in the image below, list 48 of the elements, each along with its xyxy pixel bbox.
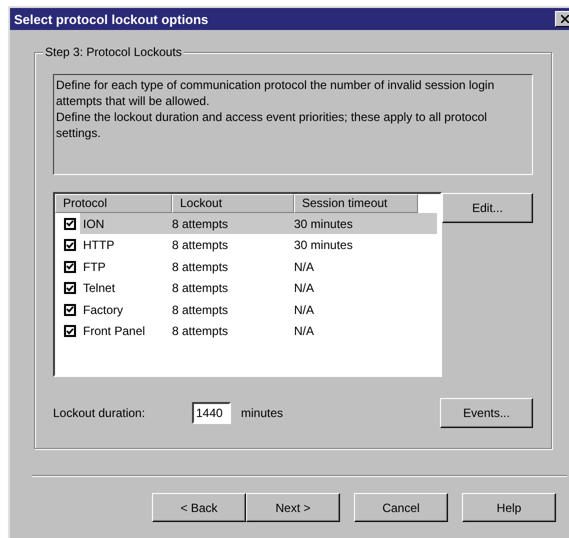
- list-row[interactable]: Factory 8 attempts N/A: [80, 299, 437, 320]
- column-header[interactable]: Lockout: [172, 194, 294, 213]
- lockout-value: 8 attempts: [172, 238, 230, 252]
- protocol-name: Factory: [82, 302, 124, 317]
- lockout-value: 8 attempts: [172, 216, 230, 231]
- protocol-name: ION: [82, 216, 106, 231]
- checkbox[interactable]: [64, 260, 76, 273]
- window-title: Select protocol lockout options: [14, 12, 210, 26]
- list-row[interactable]: ION 8 attempts 30 minutes: [80, 213, 437, 234]
- timeout-value: N/A: [294, 302, 316, 317]
- list-row[interactable]: HTTP 8 attempts 30 minutes: [80, 234, 437, 256]
- wizard-button[interactable]: Cancel: [354, 493, 448, 522]
- list-row[interactable]: Telnet 8 attempts N/A: [80, 278, 437, 299]
- lockout-value: 8 attempts: [172, 324, 230, 338]
- duration-field[interactable]: 1440: [192, 402, 231, 424]
- description-text: Define for each type of communication protocol the number of invalid session login attempts that will be allowed.: [56, 77, 496, 109]
- checkbox[interactable]: [64, 239, 76, 252]
- timeout-value: N/A: [294, 324, 316, 338]
- lockout-value: 8 attempts: [172, 260, 230, 274]
- timeout-value: N/A: [294, 281, 316, 296]
- timeout-value: 30 minutes: [294, 238, 354, 252]
- wizard-button[interactable]: < Back: [152, 493, 246, 522]
- wizard-button[interactable]: Help: [462, 493, 556, 522]
- protocol-name: HTTP: [82, 238, 116, 252]
- timeout-value: N/A: [294, 260, 316, 274]
- description-text: Define the lockout duration and access event priorities; these apply to all protocol settings.: [56, 109, 488, 141]
- protocol-name: Front Panel: [82, 324, 146, 338]
- protocol-name: Telnet: [82, 281, 116, 296]
- events-button[interactable]: Events...: [440, 398, 533, 428]
- wizard-button[interactable]: Next >: [246, 493, 340, 522]
- checkbox[interactable]: [64, 218, 76, 230]
- duration-unit: minutes: [241, 406, 284, 420]
- group-title: Step 3: Protocol Lockouts: [43, 45, 184, 59]
- checkbox[interactable]: [64, 304, 76, 316]
- list-row[interactable]: Front Panel 8 attempts N/A: [80, 320, 437, 342]
- column-header[interactable]: Session timeout: [294, 194, 418, 213]
- lockout-value: 8 attempts: [172, 281, 230, 296]
- close-button[interactable]: [555, 11, 569, 27]
- checkbox[interactable]: [64, 282, 76, 294]
- edit-button[interactable]: Edit...: [442, 193, 533, 223]
- lockout-value: 8 attempts: [172, 302, 230, 317]
- column-header[interactable]: Protocol: [55, 194, 172, 213]
- timeout-value: 30 minutes: [294, 216, 354, 231]
- close-icon: [561, 15, 569, 23]
- checkbox[interactable]: [64, 325, 76, 338]
- protocol-name: FTP: [82, 260, 107, 274]
- duration-label: Lockout duration:: [53, 406, 146, 420]
- list-row[interactable]: FTP 8 attempts N/A: [80, 256, 437, 278]
